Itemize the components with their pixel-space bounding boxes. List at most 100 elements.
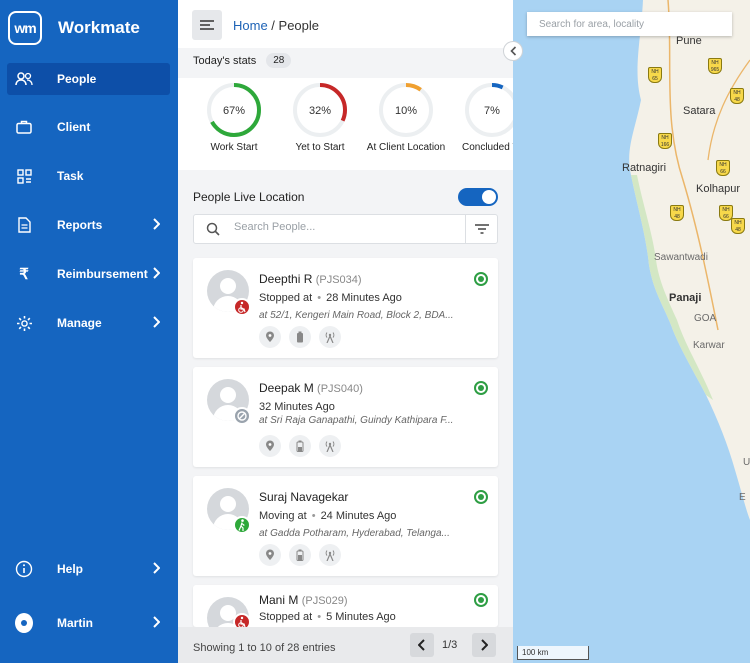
person-card[interactable]: Deepak M (PJS040) 32 Minutes Ago at Sri … <box>193 367 498 467</box>
sidebar-item-label: Task <box>57 169 84 183</box>
sidebar-item-client[interactable]: Client <box>7 111 170 143</box>
breadcrumb-home-link[interactable]: Home <box>233 18 268 33</box>
chevron-right-icon <box>481 639 488 651</box>
chevron-left-icon <box>418 639 425 651</box>
online-status-icon <box>474 272 488 286</box>
last-seen: 32 Minutes Ago <box>259 401 335 413</box>
stats-header: Today's stats 28 <box>193 53 292 68</box>
map-label: GOA <box>694 313 717 324</box>
wheelchair-icon <box>233 298 251 316</box>
breadcrumb-separator: / <box>267 18 279 33</box>
briefcase-icon <box>15 118 33 136</box>
highway-shield: NH 65 <box>648 67 662 83</box>
sidebar-item-user[interactable]: Martin <box>7 607 170 639</box>
chevron-right-icon <box>152 562 161 577</box>
person-card[interactable]: Suraj Navagekar Moving at • 24 Minutes Ago… <box>193 476 498 576</box>
sidebar-item-help[interactable]: Help <box>7 553 170 585</box>
stats-title: Today's stats <box>193 54 257 67</box>
chevron-right-icon <box>152 267 161 282</box>
map-search-box <box>527 12 732 36</box>
person-card[interactable]: Deepthi R (PJS034) Stopped at • 28 Minutes… <box>193 258 498 358</box>
info-icon <box>15 560 33 578</box>
last-seen: 5 Minutes Ago <box>326 611 396 623</box>
wheelchair-icon <box>233 613 251 627</box>
people-search-box <box>193 214 498 244</box>
map-label: E <box>739 492 746 503</box>
menu-toggle-button[interactable] <box>192 10 222 40</box>
location-pin-icon[interactable] <box>259 326 281 348</box>
next-page-button[interactable] <box>472 633 496 657</box>
stats-row: 67% Work Start 32% Yet to Start 10% At C… <box>178 78 513 170</box>
entries-count: Showing 1 to 10 of 28 entries <box>193 642 336 654</box>
chevron-right-icon <box>152 616 161 631</box>
sidebar-item-manage[interactable]: Manage <box>7 307 170 339</box>
person-status: Stopped at <box>259 292 313 304</box>
online-status-icon <box>474 490 488 504</box>
stat-yet-to-start[interactable]: 32% Yet to Start <box>277 82 363 153</box>
battery-icon[interactable] <box>289 544 311 566</box>
person-name: Mani M <box>259 593 299 607</box>
highway-shield: NH 66 <box>716 160 730 176</box>
location-pin-icon[interactable] <box>259 435 281 457</box>
rupee-icon: ₹ <box>19 266 29 283</box>
sidebar-item-reports[interactable]: Reports <box>7 209 170 241</box>
workmate-logo: wm <box>8 11 42 45</box>
stat-at-client-location[interactable]: 10% At Client Location <box>363 82 449 153</box>
highway-shield: NH 48 <box>731 218 745 234</box>
app-name: Workmate <box>58 18 140 37</box>
highway-shield: NH 48 <box>670 205 684 221</box>
signal-tower-icon[interactable] <box>319 326 341 348</box>
sidebar-item-label: Client <box>57 120 91 134</box>
map-search-input[interactable] <box>527 12 732 36</box>
map-label: Satara <box>683 105 716 117</box>
hamburger-icon <box>200 20 214 30</box>
chevron-right-icon <box>152 316 161 331</box>
map-label: Kolhapur <box>696 183 741 195</box>
battery-icon[interactable] <box>289 435 311 457</box>
person-status: Stopped at <box>259 611 313 623</box>
topbar: Home / People <box>178 0 513 48</box>
person-address: at Gadda Potharam, Hyderabad, Telanga... <box>259 528 450 539</box>
blocked-icon <box>233 407 251 425</box>
person-name: Suraj Navagekar <box>259 490 349 504</box>
map-land <box>629 0 750 520</box>
employee-id: (PJS040) <box>317 383 363 395</box>
stat-concluded[interactable]: 7% Concluded W <box>449 82 513 153</box>
stat-label: Concluded W <box>461 142 513 153</box>
employee-id: (PJS029) <box>301 595 348 607</box>
map-label: Sawantwadi <box>654 252 708 263</box>
filter-button[interactable] <box>465 215 497 243</box>
last-seen: 28 Minutes Ago <box>326 292 402 304</box>
sidebar-item-task[interactable]: Task <box>7 160 170 192</box>
gear-icon <box>15 314 33 332</box>
signal-tower-icon[interactable] <box>319 544 341 566</box>
breadcrumb: Home / People <box>233 18 319 33</box>
sidebar-item-label: Manage <box>57 316 102 330</box>
map-label: Ratnagiri <box>622 162 667 174</box>
page-indicator: 1/3 <box>442 639 458 651</box>
sidebar-item-people[interactable]: People <box>7 63 170 95</box>
sidebar-item-reimbursement[interactable]: ₹ Reimbursement <box>7 258 170 290</box>
collapse-panel-button[interactable] <box>503 41 523 61</box>
brand[interactable]: wm Workmate <box>8 10 140 46</box>
people-search-input[interactable] <box>234 221 454 233</box>
people-panel: Home / People Today's stats 28 67% Work … <box>178 0 513 663</box>
map-label: Pune <box>676 35 702 47</box>
sidebar: wm Workmate People Client Task Reports ₹… <box>0 0 178 663</box>
online-status-icon <box>474 593 488 607</box>
highway-shield: NH 166 <box>658 133 672 149</box>
map-scale: 100 km <box>517 646 589 660</box>
person-card[interactable]: Mani M (PJS029) Stopped at • 5 Minutes Ago <box>193 585 498 627</box>
battery-icon[interactable] <box>289 326 311 348</box>
breadcrumb-current: People <box>278 18 320 33</box>
prev-page-button[interactable] <box>410 633 434 657</box>
live-location-toggle[interactable] <box>458 188 498 206</box>
signal-tower-icon[interactable] <box>319 435 341 457</box>
online-status-icon <box>474 381 488 395</box>
location-pin-icon[interactable] <box>259 544 281 566</box>
sidebar-item-label: Reimbursement <box>57 267 148 281</box>
person-name: Deepthi R <box>259 272 313 286</box>
stat-work-start[interactable]: 67% Work Start <box>191 82 277 153</box>
stat-label: Work Start <box>210 142 258 153</box>
map-view[interactable]: Pune Satara Ratnagiri Kolhapur Sawantwad… <box>513 0 750 663</box>
